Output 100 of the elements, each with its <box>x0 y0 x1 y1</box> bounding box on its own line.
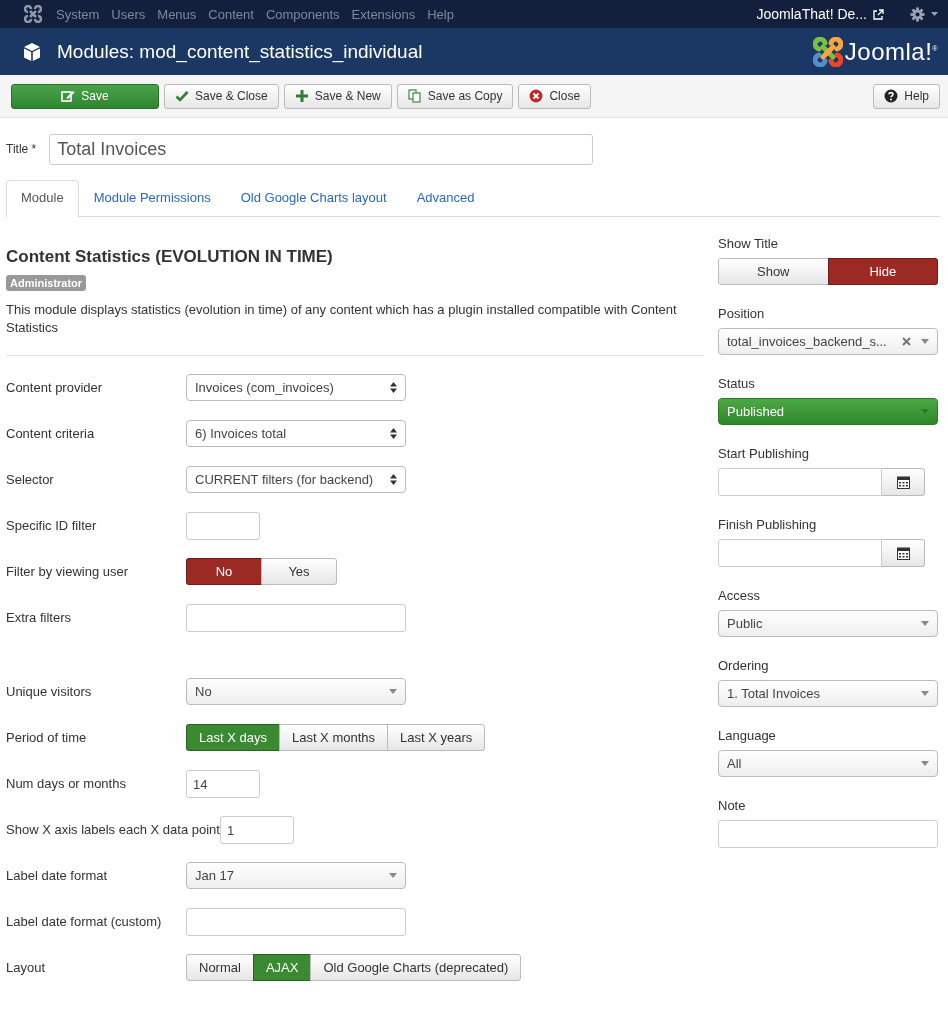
dropdown-arrow-icon <box>389 689 397 694</box>
dropdown[interactable]: Jan 17 <box>186 862 406 889</box>
logo-text: Joomla!$^{®}$ <box>844 37 938 66</box>
tab[interactable]: Old Google Charts layout <box>225 180 402 216</box>
help-icon <box>884 89 899 103</box>
input-field[interactable]: 14 <box>186 770 260 798</box>
dropdown[interactable]: 1. Total Invoices <box>718 680 938 707</box>
toggle-button[interactable]: AJAX <box>252 954 312 981</box>
toolbar-button[interactable]: Save <box>11 83 159 109</box>
clear-icon <box>902 337 911 346</box>
toolbar-button[interactable]: Save as Copy <box>396 83 514 109</box>
calendar-button[interactable] <box>882 539 925 567</box>
toggle-button[interactable]: No <box>186 558 262 585</box>
field-label: Note <box>718 798 747 813</box>
page-title: Modules: mod_content_statistics_individual <box>57 40 423 63</box>
field-label: Filter by viewing user <box>6 563 130 579</box>
field-label: Label date format (custom) <box>6 913 163 929</box>
dropdown-arrow-icon <box>921 761 929 766</box>
menu-item[interactable]: Extensions <box>351 6 416 22</box>
calendar-icon <box>896 475 910 489</box>
up-down-arrows-icon <box>390 474 397 485</box>
field-label: Position <box>718 306 766 321</box>
input-field[interactable] <box>186 512 260 540</box>
up-down-arrows-icon <box>390 382 397 393</box>
dropdown-arrow-icon <box>389 873 397 878</box>
toggle-button[interactable]: Normal <box>186 954 254 981</box>
input-field[interactable] <box>186 908 406 936</box>
dropdown[interactable]: Invoices (com_invoices) <box>186 374 406 401</box>
date-field[interactable] <box>718 468 882 496</box>
field-label: Status <box>718 376 756 391</box>
toolbar-button[interactable]: Save & New <box>283 83 392 109</box>
status-dropdown[interactable]: Published <box>718 398 938 425</box>
date-field[interactable] <box>718 539 882 567</box>
calendar-icon <box>896 546 910 560</box>
field-label: Unique visitors <box>6 683 93 699</box>
input-field[interactable] <box>718 820 938 848</box>
dropdown-arrow-icon <box>921 691 929 696</box>
toggle-button[interactable]: Show <box>718 258 829 285</box>
toggle-button[interactable]: Last X years <box>387 724 486 751</box>
field-label: Title * <box>6 142 37 156</box>
dropdown[interactable]: All <box>718 750 938 777</box>
external-link-icon <box>873 8 884 20</box>
toggle-button[interactable]: Old Google Charts (deprecated) <box>310 954 522 981</box>
logo-icon <box>24 5 42 23</box>
dropdown-arrow-icon <box>921 409 929 414</box>
input-field[interactable]: 1 <box>219 816 294 844</box>
field-label: Extra filters <box>6 609 72 625</box>
toolbar-button[interactable]: Close <box>518 83 592 109</box>
toggle-button[interactable]: Last X months <box>278 724 389 751</box>
settings-icon <box>910 6 925 22</box>
toggle-button[interactable]: Yes <box>261 558 337 585</box>
cube-icon <box>22 41 42 62</box>
field-label: Label date format <box>6 867 109 883</box>
text-area[interactable] <box>186 604 406 632</box>
module-description: This module displays statistics (evolution in time) of any content which has a plugin installed compatible with Content Statistics <box>6 301 678 337</box>
dropdown[interactable]: No <box>186 678 406 705</box>
dropdown-arrow-icon <box>921 339 929 344</box>
field-label: Specific ID filter <box>6 517 98 533</box>
dropdown-arrow-icon <box>921 621 929 626</box>
tab[interactable]: Module Permissions <box>78 180 226 216</box>
logo-icon <box>812 36 843 67</box>
field-label: Show X axis labels each X data point <box>6 821 220 837</box>
field-label: Access <box>718 588 761 603</box>
menu-item[interactable]: Content <box>208 6 254 22</box>
menu-item[interactable]: Help <box>427 6 454 22</box>
field-label: Content criteria <box>6 425 96 441</box>
calendar-button[interactable] <box>882 468 925 496</box>
role-label: Administrator <box>6 275 87 291</box>
site-link[interactable]: JoomlaThat! De... <box>756 6 867 22</box>
tab[interactable]: Advanced <box>401 180 490 216</box>
plus-icon <box>294 89 309 103</box>
tab[interactable]: Module <box>6 180 79 217</box>
field-label: Finish Publishing <box>718 517 818 532</box>
caret-icon <box>931 12 938 16</box>
close-icon <box>529 89 544 103</box>
menu-item[interactable]: Menus <box>157 6 197 22</box>
menu-item[interactable]: Users <box>111 6 146 22</box>
dropdown[interactable]: total_invoices_backend_s... <box>718 328 938 355</box>
help-button[interactable]: Help <box>873 83 940 109</box>
dropdown[interactable]: CURRENT filters (for backend) <box>186 466 406 493</box>
toggle-button[interactable]: Hide <box>827 258 938 285</box>
toolbar-button[interactable]: Save & Close <box>164 83 279 109</box>
field-label: Show Title <box>718 236 779 251</box>
field-label: Layout <box>6 959 47 975</box>
field-label: Period of time <box>6 729 88 745</box>
field-label: Start Publishing <box>718 446 811 461</box>
field-label: Selector <box>6 471 55 487</box>
dropdown[interactable]: 6) Invoices total <box>186 420 406 447</box>
edit-icon <box>61 89 76 103</box>
menu-item[interactable]: System <box>56 6 100 22</box>
title-field[interactable]: Total Invoices <box>49 134 594 165</box>
up-down-arrows-icon <box>390 428 397 439</box>
toggle-button[interactable]: Last X days <box>186 724 280 751</box>
field-label: Num days or months <box>6 775 127 791</box>
section-heading: Content Statistics (EVOLUTION IN TIME) <box>6 247 334 267</box>
copy-icon <box>407 89 422 103</box>
field-label: Language <box>718 728 777 743</box>
dropdown[interactable]: Public <box>718 610 938 637</box>
menu-item[interactable]: Components <box>265 6 340 22</box>
check-icon <box>175 89 189 103</box>
